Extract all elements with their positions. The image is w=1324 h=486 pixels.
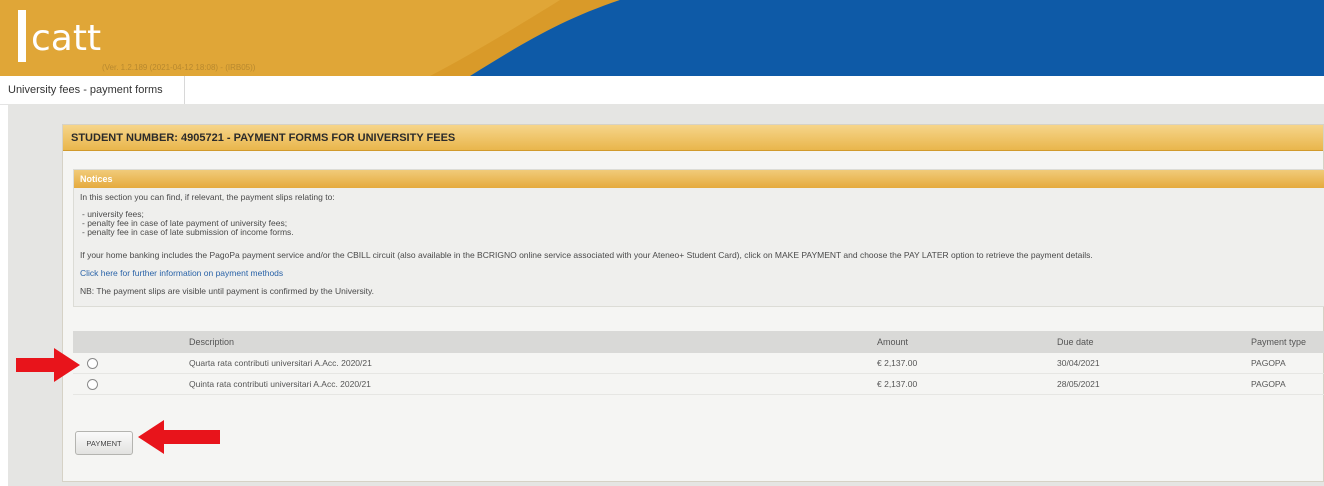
notices-nb: NB: The payment slips are visible until … xyxy=(80,286,375,296)
notices-list: - university fees; - penalty fee in case… xyxy=(82,210,294,237)
notices-title: Notices xyxy=(74,170,1324,188)
payment-button[interactable]: PAYMENT xyxy=(75,431,133,455)
table-header: Description Amount Due date Payment type xyxy=(73,331,1324,353)
payment-methods-link[interactable]: Click here for further information on pa… xyxy=(80,268,283,278)
row-payment-type: PAGOPA xyxy=(1251,379,1286,389)
row-due-date: 28/05/2021 xyxy=(1057,379,1100,389)
row-amount: € 2,137.00 xyxy=(877,379,918,389)
table-row: Quarta rata contributi universitari A.Ac… xyxy=(73,353,1324,374)
header-payment-type: Payment type xyxy=(1251,337,1307,347)
row-due-date: 30/04/2021 xyxy=(1057,358,1100,368)
panel-title: STUDENT NUMBER: 4905721 - PAYMENT FORMS … xyxy=(63,125,1323,151)
arrow-left-icon xyxy=(138,420,220,454)
version-info: (Ver. 1.2.189 (2021-04-12 18:08) - (IRB0… xyxy=(102,63,256,72)
header-banner: catt (Ver. 1.2.189 (2021-04-12 18:08) - … xyxy=(0,0,1324,76)
tab-bar: University fees - payment forms xyxy=(0,76,1324,105)
notices-box: Notices In this section you can find, if… xyxy=(73,169,1324,307)
tab-university-fees[interactable]: University fees - payment forms xyxy=(0,76,185,104)
payment-forms-panel: STUDENT NUMBER: 4905721 - PAYMENT FORMS … xyxy=(62,124,1324,482)
arrow-right-icon xyxy=(16,348,80,382)
header-due-date: Due date xyxy=(1057,337,1094,347)
notices-info: If your home banking includes the PagoPa… xyxy=(80,250,1093,260)
table-row: Quinta rata contributi universitari A.Ac… xyxy=(73,374,1324,395)
notice-item: - penalty fee in case of late submission… xyxy=(82,227,294,237)
row-payment-type: PAGOPA xyxy=(1251,358,1286,368)
logo: catt xyxy=(31,18,102,59)
header-amount: Amount xyxy=(877,337,909,347)
row-description: Quinta rata contributi universitari A.Ac… xyxy=(189,379,371,389)
row-amount: € 2,137.00 xyxy=(877,358,918,368)
select-radio[interactable] xyxy=(87,379,98,390)
header-description: Description xyxy=(189,337,235,347)
payments-table: Description Amount Due date Payment type… xyxy=(73,331,1324,395)
select-radio[interactable] xyxy=(87,358,98,369)
row-description: Quarta rata contributi universitari A.Ac… xyxy=(189,358,372,368)
logo-i-mark xyxy=(18,10,26,62)
notices-intro: In this section you can find, if relevan… xyxy=(80,192,335,202)
